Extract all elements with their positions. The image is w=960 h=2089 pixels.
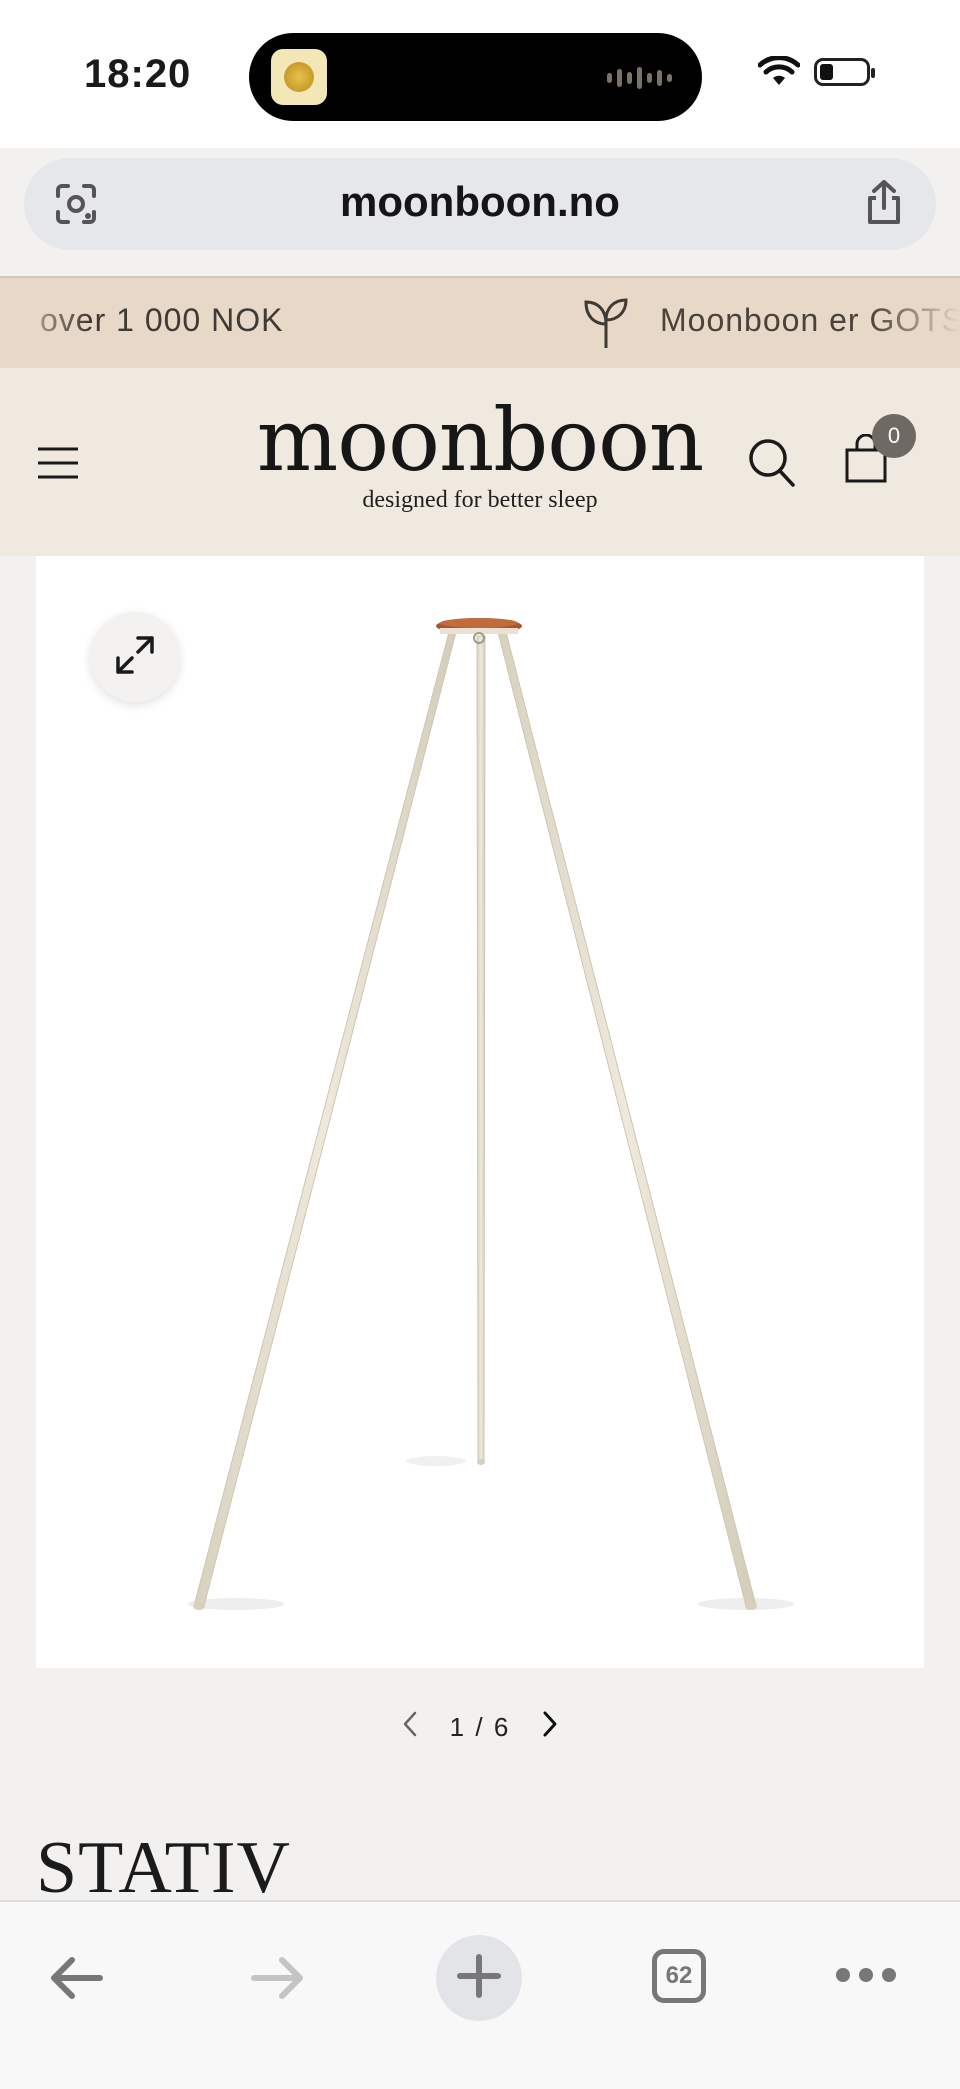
browser-toolbar: 62	[0, 1900, 960, 2089]
gallery-current: 1	[449, 1711, 467, 1742]
dynamic-island	[249, 33, 702, 121]
now-playing-app-icon	[271, 49, 327, 105]
product-title: STATIV	[36, 1827, 291, 1909]
arrow-left-icon[interactable]	[46, 1952, 106, 2009]
url-text[interactable]: moonboon.no	[24, 178, 936, 226]
status-indicators	[758, 56, 875, 88]
arrow-right-icon[interactable]	[248, 1952, 308, 2009]
gallery-separator: /	[475, 1711, 485, 1742]
chevron-left-icon[interactable]	[400, 1710, 420, 1745]
site-logo[interactable]: moonboon	[0, 398, 960, 484]
plus-icon	[456, 1953, 502, 2004]
gallery-pager: 1 / 6	[0, 1706, 960, 1748]
more-dots-icon[interactable]	[836, 1968, 896, 1982]
gallery-total: 6	[493, 1711, 511, 1742]
expand-icon	[114, 634, 156, 681]
gallery-position: 1 / 6	[450, 1712, 511, 1743]
product-gallery[interactable]	[36, 556, 924, 1668]
chevron-right-icon[interactable]	[540, 1710, 560, 1745]
status-time: 18:20	[84, 52, 192, 96]
search-icon[interactable]	[748, 438, 796, 493]
announcement-bar: over 1 000 NOK Moonboon er GOTS	[0, 278, 960, 368]
site-header: moonboon designed for better sleep 0	[0, 368, 960, 556]
cart-count-badge[interactable]: 0	[872, 414, 916, 458]
site-tagline: designed for better sleep	[362, 487, 598, 513]
audio-wave-icon	[607, 67, 672, 89]
battery-icon	[814, 58, 875, 86]
product-image	[188, 618, 794, 1610]
tabs-button[interactable]: 62	[652, 1949, 706, 2003]
expand-button[interactable]	[90, 612, 180, 702]
leaf-icon	[582, 294, 630, 355]
new-tab-button[interactable]	[436, 1935, 522, 2021]
wifi-icon	[758, 56, 800, 85]
status-bar: 18:20	[0, 0, 960, 148]
address-bar[interactable]: moonboon.no	[24, 158, 936, 250]
share-icon[interactable]	[860, 178, 908, 233]
